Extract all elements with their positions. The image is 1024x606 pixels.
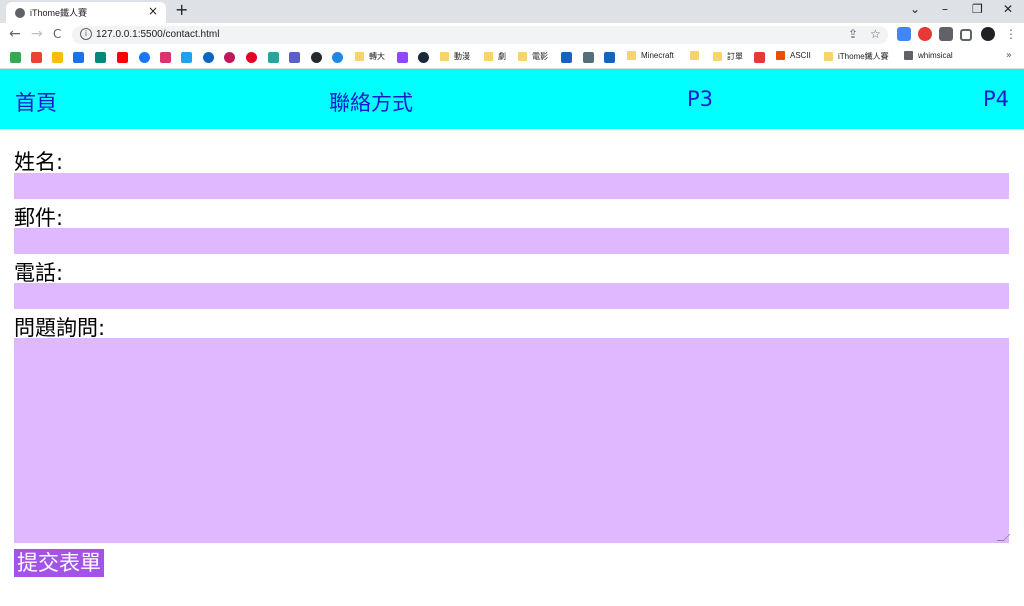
tab-bar: iThome鐵人賽 × + ⌄ – ❐ ✕ [0,0,1024,23]
url-text: 127.0.0.1:5500/contact.html [96,29,220,40]
app-icon[interactable] [203,52,214,63]
tab-close-button[interactable]: × [148,4,158,18]
bookmark-label: Minecraft [641,51,674,60]
app-icon[interactable] [95,52,106,63]
question-textarea[interactable] [14,338,1011,543]
app-icon[interactable] [332,52,343,63]
bookmark-label: 訂單 [727,52,743,61]
instagram-icon[interactable] [160,52,171,63]
bookmark-folder[interactable]: iThome鐵人賽 [824,51,889,62]
tab-search-icon[interactable]: ⌄ [910,2,920,16]
browser-tab[interactable]: iThome鐵人賽 × [6,2,166,23]
address-bar[interactable]: i 127.0.0.1:5500/contact.html ⇪ ☆ [72,26,888,44]
calendar-icon[interactable] [73,52,84,63]
profile-avatar[interactable] [981,27,995,41]
github-icon[interactable] [311,52,322,63]
teams-icon[interactable] [289,52,300,63]
pinterest-icon[interactable] [246,52,257,63]
resize-handle[interactable] [996,534,1011,541]
shopping-icon[interactable] [754,52,765,63]
app-icon[interactable] [561,52,572,63]
bookmark-label: 劇 [498,52,506,61]
back-button[interactable]: ← [9,26,21,42]
facebook-icon[interactable] [139,52,150,63]
close-window-button[interactable]: ✕ [1003,2,1013,16]
info-icon[interactable]: i [80,28,92,40]
bookmark-folder[interactable]: 動漫 [440,51,470,62]
restore-button[interactable]: ❐ [972,2,983,16]
browser-toolbar: ← → C i 127.0.0.1:5500/contact.html ⇪ ☆ … [0,23,1024,47]
bookmark-folder[interactable]: Minecraft [627,51,674,61]
bookmark-folder[interactable]: whimsical [904,51,953,61]
phone-field[interactable] [14,283,1009,309]
email-field[interactable] [14,228,1009,254]
adblock-extension-icon[interactable] [918,27,932,41]
youtube-icon[interactable] [117,52,128,63]
bookmark-star-icon[interactable]: ☆ [870,27,881,41]
bookmark-folder[interactable] [690,51,704,61]
bookmarks-overflow-button[interactable]: » [1006,50,1012,61]
twitch-icon[interactable] [397,52,408,63]
minimize-button[interactable]: – [942,2,948,16]
site-nav: 首頁 聯絡方式 P3 P4 [0,69,1024,129]
bookmark-label: 轉大 [369,52,385,61]
bookmark-folder[interactable]: 轉大 [355,51,385,62]
nav-link-p4[interactable]: P4 [983,87,1009,111]
browser-chrome: iThome鐵人賽 × + ⌄ – ❐ ✕ ← → C i 127.0.0.1:… [0,0,1024,69]
bookmark-label: ASCII [790,51,811,60]
share-icon[interactable]: ⇪ [848,27,858,41]
app-icon[interactable] [268,52,279,63]
app-icon[interactable] [224,52,235,63]
globe-icon [15,8,25,18]
tab-title: iThome鐵人賽 [30,8,88,18]
name-field[interactable] [14,173,1009,199]
bookmark-label: 動漫 [454,52,470,61]
drive-icon[interactable] [10,52,21,63]
bookmark-folder[interactable]: 訂單 [713,51,743,62]
extensions-puzzle-icon[interactable] [939,27,953,41]
reload-button[interactable]: C [53,27,61,41]
submit-button[interactable]: 提交表單 [14,549,104,577]
nav-link-p3[interactable]: P3 [687,87,713,111]
bookmark-label: whimsical [918,51,953,60]
name-label: 姓名: [14,150,64,174]
app-icon[interactable] [583,52,594,63]
bookmark-label: 電影 [532,52,548,61]
bookmark-label: iThome鐵人賽 [838,52,889,61]
forward-button[interactable]: → [31,26,43,42]
steam-icon[interactable] [418,52,429,63]
nav-link-home[interactable]: 首頁 [15,87,57,117]
new-tab-button[interactable]: + [175,0,188,19]
bookmark-folder[interactable]: 電影 [518,51,548,62]
nav-link-contact[interactable]: 聯絡方式 [329,87,413,117]
gmail-icon[interactable] [31,52,42,63]
bookmark-folder[interactable]: 劇 [484,51,506,62]
app-icon[interactable] [604,52,615,63]
bookmark-link[interactable]: ASCII [776,51,811,61]
side-panel-icon[interactable] [960,29,972,41]
translate-extension-icon[interactable] [897,27,911,41]
photos-icon[interactable] [52,52,63,63]
menu-kebab-icon[interactable]: ⋮ [1005,27,1017,41]
bookmarks-bar: 轉大 動漫 劇 電影 Minecraft 訂單 ASCII iThome鐵人賽 … [0,47,1024,69]
twitter-icon[interactable] [181,52,192,63]
